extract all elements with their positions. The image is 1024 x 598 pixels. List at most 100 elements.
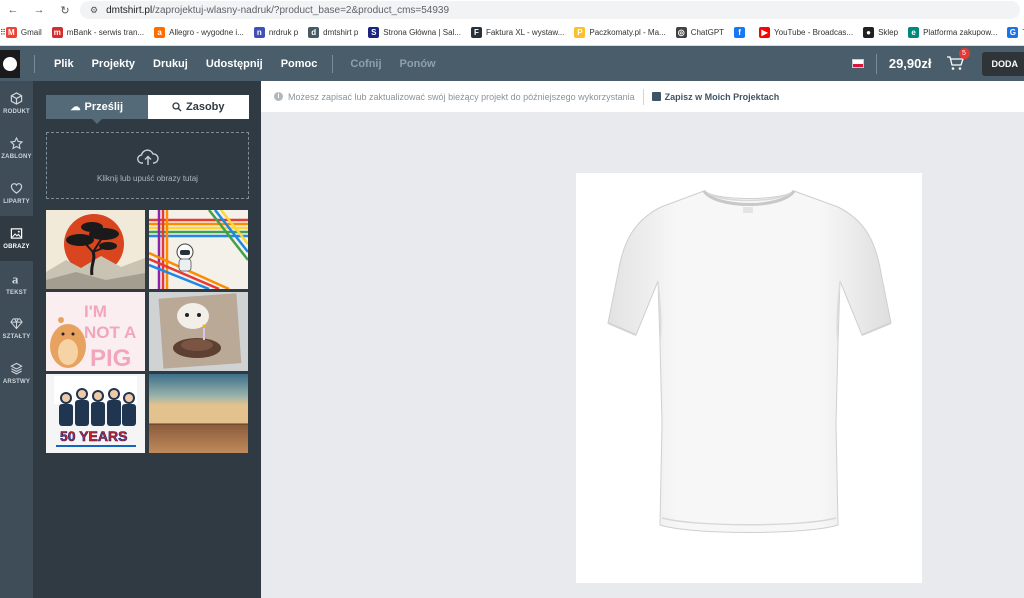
reload-icon[interactable]: ↻ <box>52 4 78 17</box>
bookmark-item[interactable]: M Gmail <box>5 27 42 38</box>
svg-text:50 YEARS: 50 YEARS <box>60 428 127 444</box>
bookmark-label: YouTube - Broadcas... <box>774 28 854 37</box>
image-thumb-bonsai[interactable] <box>46 210 145 289</box>
svg-text:a: a <box>12 272 19 286</box>
layers-icon <box>10 362 23 375</box>
undo-button[interactable]: Cofnij <box>350 58 381 70</box>
menu-projekty[interactable]: Projekty <box>92 58 135 70</box>
browser-address-bar: ← → ↻ ⚙ dmtshirt.pl/zaprojektuj-wlasny-n… <box>0 0 1024 20</box>
tool-sidebar: RODUKT ZABLONY LIPARTY OBRAZY a TEKST SZ… <box>0 81 33 598</box>
bookmark-item[interactable]: a Allegro - wygodne i... <box>154 27 244 38</box>
header-divider <box>875 53 877 74</box>
product-canvas[interactable] <box>576 173 922 583</box>
site-logo[interactable] <box>0 49 20 78</box>
heart-icon <box>10 183 23 194</box>
bookmark-favicon-icon: ▶ <box>759 27 771 38</box>
sidebar-item-label: LIPARTY <box>3 199 30 205</box>
image-icon <box>10 228 23 239</box>
bookmark-favicon-icon: ● <box>863 27 875 38</box>
url-field[interactable]: ⚙ dmtshirt.pl/zaprojektuj-wlasny-nadruk/… <box>80 1 1020 19</box>
forward-arrow-icon[interactable]: → <box>26 4 52 16</box>
bookmark-favicon-icon: m <box>51 27 63 38</box>
bookmark-label: Faktura XL - wystaw... <box>485 28 565 37</box>
bookmark-label: ChatGPT <box>690 28 725 37</box>
sidebar-item-label: SZTAŁTY <box>2 334 31 340</box>
tab-label: Zasoby <box>185 101 225 113</box>
image-thumb-not-a-pig[interactable]: I'M NOT A PIG <box>46 292 145 371</box>
app-header: Plik Projekty Drukuj Udostępnij Pomoc Co… <box>0 46 1024 81</box>
bookmark-label: dmtshirt p <box>323 28 359 37</box>
cloud-upload-icon <box>136 148 159 165</box>
menu-udostepnij[interactable]: Udostępnij <box>206 58 263 70</box>
bookmark-item[interactable]: ◎ ChatGPT <box>675 27 725 38</box>
bookmark-item[interactable]: f <box>734 27 749 38</box>
sidebar-item-tekst[interactable]: a TEKST <box>0 261 33 306</box>
add-to-cart-button[interactable]: DODA <box>981 51 1024 76</box>
save-project-link[interactable]: Zapisz w Moich Projektach <box>651 92 779 102</box>
cart-button[interactable]: 5 <box>946 47 970 73</box>
bookmark-favicon-icon: d <box>308 27 320 38</box>
bookmark-label: Paczkomaty.pl - Ma... <box>589 28 666 37</box>
info-divider <box>642 88 644 105</box>
cloud-upload-icon: ☁ <box>70 101 81 113</box>
bookmark-item[interactable]: n nrdruk p <box>253 27 299 38</box>
redo-button[interactable]: Ponów <box>400 58 436 70</box>
header-right: 29,90zł 5 DODA <box>851 46 1024 81</box>
star-icon <box>10 137 23 150</box>
search-icon <box>172 102 182 112</box>
sidebar-item-kliparty[interactable]: LIPARTY <box>0 171 33 216</box>
header-divider <box>332 54 334 73</box>
bookmark-label: mBank - serwis tran... <box>66 28 145 37</box>
sidebar-item-ksztalty[interactable]: SZTAŁTY <box>0 306 33 351</box>
bookmark-label: nrdruk p <box>268 28 299 37</box>
images-panel: ☁ Prześlij Zasoby Kliknij lub upuść obra… <box>33 81 261 598</box>
bookmark-item[interactable]: m mBank - serwis tran... <box>51 27 145 38</box>
logo-mark-icon <box>3 56 17 71</box>
site-info-icon[interactable]: ⚙ <box>90 5 98 16</box>
bookmark-item[interactable]: GT <box>1007 27 1024 38</box>
bookmark-item[interactable]: P Paczkomaty.pl - Ma... <box>574 27 666 38</box>
back-arrow-icon[interactable]: ← <box>0 4 26 16</box>
sidebar-item-warstwy[interactable]: ARSTWY <box>0 351 33 396</box>
image-thumb-astronaut[interactable] <box>149 210 248 289</box>
uploaded-images-grid: I'M NOT A PIG 50 YEARS <box>46 210 249 453</box>
sidebar-item-szablony[interactable]: ZABLONY <box>0 126 33 171</box>
panel-tabs: ☁ Prześlij Zasoby <box>46 95 249 124</box>
image-thumb-dog-photo[interactable] <box>149 292 248 371</box>
bookmark-item[interactable]: S Strona Główna | Sal... <box>368 27 461 38</box>
bookmark-item[interactable]: e Platforma zakupow... <box>908 27 997 38</box>
bookmark-favicon-icon: ◎ <box>675 27 687 38</box>
bookmark-favicon-icon: S <box>368 27 380 38</box>
tab-upload[interactable]: ☁ Prześlij <box>46 95 148 124</box>
sidebar-item-produkt[interactable]: RODUKT <box>0 81 33 126</box>
image-thumb-landscape[interactable] <box>149 374 248 453</box>
tab-assets[interactable]: Zasoby <box>147 95 249 119</box>
upload-dropzone[interactable]: Kliknij lub upuść obrazy tutaj <box>46 132 249 199</box>
url-host: dmtshirt.pl <box>106 4 153 16</box>
bookmark-label: Gmail <box>20 28 42 37</box>
bookmark-favicon-icon: P <box>574 27 586 38</box>
design-stage <box>261 112 1024 598</box>
cart-count-badge: 5 <box>958 47 970 59</box>
svg-text:PIG: PIG <box>90 345 131 371</box>
poland-flag-icon[interactable] <box>851 59 864 68</box>
bookmark-favicon-icon: a <box>154 27 166 38</box>
bookmark-item[interactable]: ● Sklep <box>863 27 898 38</box>
header-divider <box>34 54 35 73</box>
bookmark-item[interactable]: F Faktura XL - wystaw... <box>470 27 565 38</box>
tshirt-mockup <box>607 189 892 533</box>
svg-text:NOT A: NOT A <box>84 323 136 342</box>
sidebar-item-obrazy[interactable]: OBRAZY <box>0 216 33 261</box>
dropzone-text: Kliknij lub upuść obrazy tutaj <box>97 173 198 183</box>
sidebar-item-label: TEKST <box>6 289 27 296</box>
sidebar-item-label: OBRAZY <box>3 244 30 250</box>
info-message: Możesz zapisać lub zaktualizować swój bi… <box>288 91 635 102</box>
bookmark-favicon-icon: G <box>1007 27 1019 38</box>
bookmark-item[interactable]: ▶ YouTube - Broadcas... <box>759 27 853 38</box>
bookmark-label: Strona Główna | Sal... <box>383 28 461 37</box>
menu-drukuj[interactable]: Drukuj <box>153 58 188 70</box>
bookmark-item[interactable]: d dmtshirt p <box>308 27 358 38</box>
menu-plik[interactable]: Plik <box>54 58 74 70</box>
image-thumb-50-years[interactable]: 50 YEARS <box>46 374 145 453</box>
menu-pomoc[interactable]: Pomoc <box>281 58 318 70</box>
